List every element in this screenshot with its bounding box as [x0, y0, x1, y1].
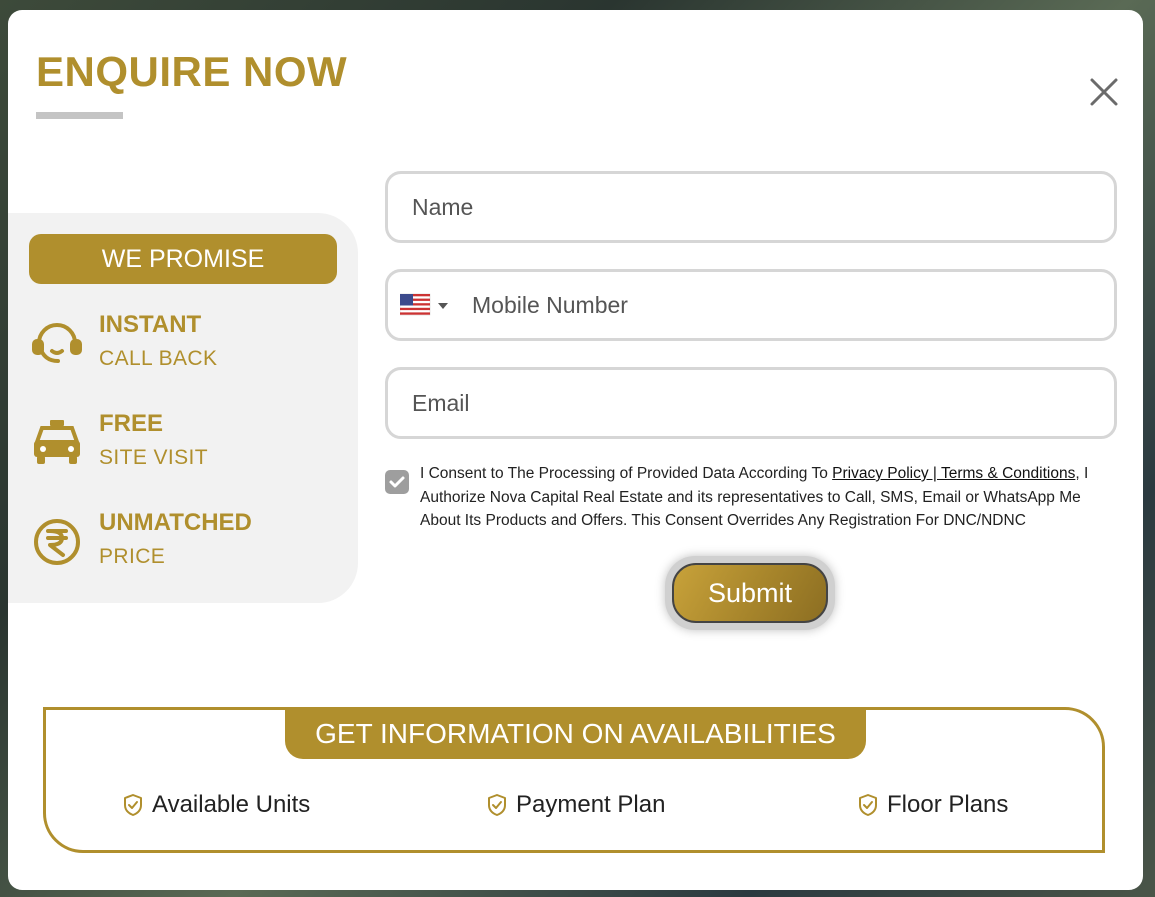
shield-check-icon — [486, 793, 508, 817]
promise-item-price: UNMATCHED PRICE — [30, 509, 350, 579]
check-icon — [389, 476, 405, 488]
shield-check-icon — [857, 793, 879, 817]
mobile-input[interactable] — [472, 272, 1102, 338]
enquiry-modal: ENQUIRE NOW WE PROMISE INSTANT CALL BACK — [8, 10, 1143, 890]
availability-item-label: Payment Plan — [516, 791, 666, 818]
mobile-field-wrapper — [385, 269, 1117, 341]
car-icon — [30, 416, 84, 470]
submit-button[interactable]: Submit — [672, 563, 828, 623]
email-field-wrapper — [385, 367, 1117, 439]
close-icon[interactable] — [1088, 76, 1120, 108]
rupee-icon — [30, 515, 84, 569]
promise-item-subtitle: CALL BACK — [99, 347, 218, 370]
name-field-wrapper — [385, 171, 1117, 243]
promise-item-title: INSTANT — [99, 311, 202, 338]
availability-heading: GET INFORMATION ON AVAILABILITIES — [285, 708, 866, 759]
promise-panel: WE PROMISE INSTANT CALL BACK FREE SITE V… — [8, 213, 358, 603]
name-input[interactable] — [412, 174, 1102, 240]
modal-title: ENQUIRE NOW — [36, 48, 348, 95]
availability-item-label: Floor Plans — [887, 791, 1009, 818]
chevron-down-icon — [438, 303, 448, 309]
us-flag-icon — [399, 293, 448, 316]
availability-item[interactable]: Payment Plan — [486, 790, 665, 820]
consent-checkbox[interactable] — [385, 470, 409, 494]
promise-item-title: FREE — [99, 410, 164, 437]
privacy-policy-link[interactable]: Privacy Policy | Terms & Conditions — [832, 465, 1075, 482]
title-underline — [36, 112, 123, 119]
consent-prefix: I Consent to The Processing of Provided … — [420, 465, 833, 482]
availability-item[interactable]: Floor Plans — [857, 790, 1008, 820]
promise-heading: WE PROMISE — [29, 234, 337, 284]
availability-item-label: Available Units — [152, 791, 311, 818]
availability-item[interactable]: Available Units — [122, 790, 310, 820]
shield-check-icon — [122, 793, 144, 817]
headset-icon — [30, 317, 84, 371]
promise-item-callback: INSTANT CALL BACK — [30, 311, 350, 381]
promise-item-subtitle: SITE VISIT — [99, 446, 209, 469]
consent-text: I Consent to The Processing of Provided … — [420, 462, 1110, 533]
email-input[interactable] — [412, 370, 1102, 436]
promise-item-site-visit: FREE SITE VISIT — [30, 410, 350, 480]
promise-item-subtitle: PRICE — [99, 545, 166, 568]
country-code-select[interactable] — [399, 292, 450, 318]
promise-item-title: UNMATCHED — [99, 509, 252, 536]
